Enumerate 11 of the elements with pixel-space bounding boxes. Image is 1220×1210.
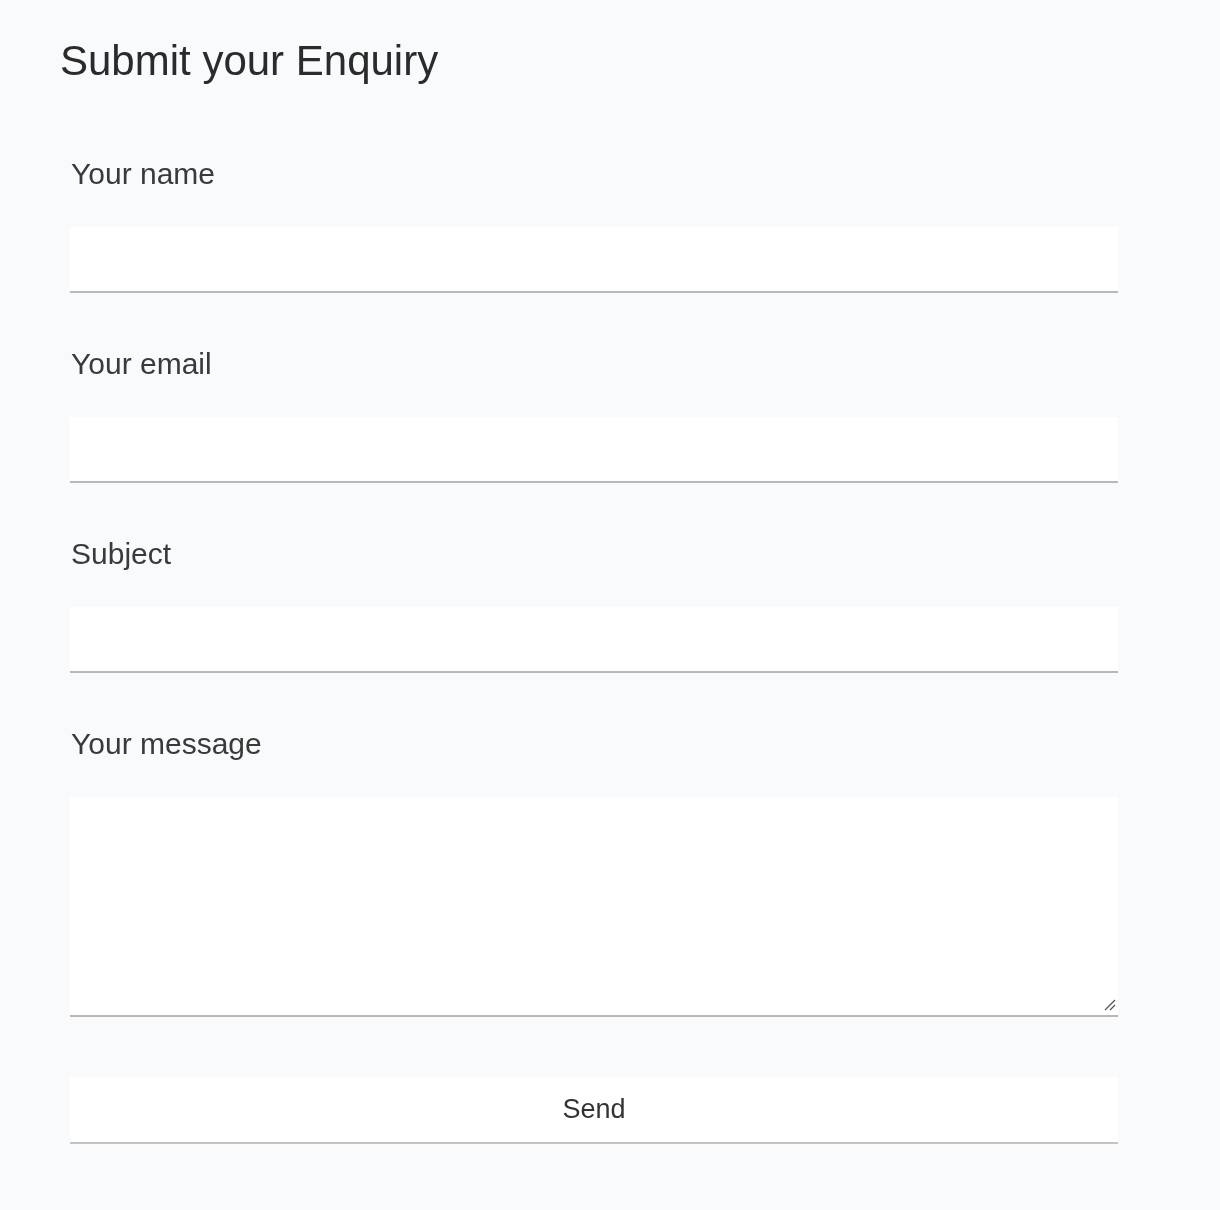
field-label: Your name (70, 156, 216, 192)
input-field[interactable] (70, 227, 1118, 293)
field-label: Your email (70, 346, 213, 382)
field-label: Your message (70, 726, 263, 762)
input-field[interactable] (70, 607, 1118, 673)
resize-handle-icon[interactable] (1102, 997, 1116, 1011)
input-field[interactable] (70, 417, 1118, 483)
field-label: Subject (70, 536, 173, 572)
message-field[interactable] (70, 797, 1118, 1017)
form-title: Submit your Enquiry (59, 36, 440, 86)
send-button[interactable]: Send (70, 1077, 1118, 1144)
